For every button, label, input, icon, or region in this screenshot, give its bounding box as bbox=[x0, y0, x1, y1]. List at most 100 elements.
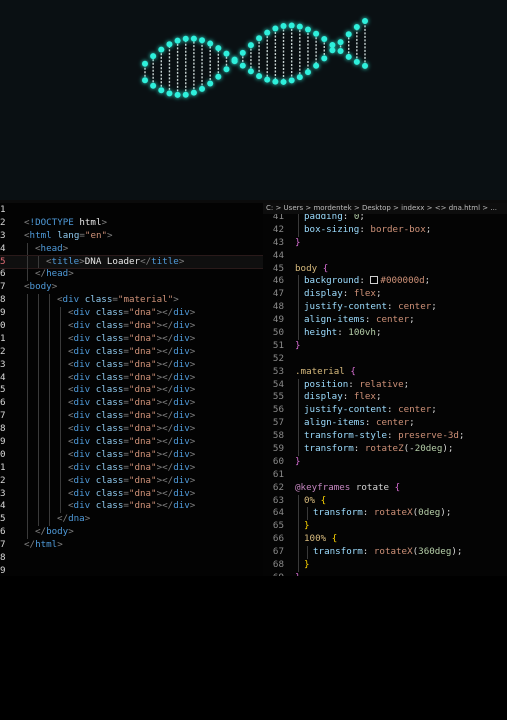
right-code-line[interactable]: 68} bbox=[263, 559, 507, 572]
html-editor-pane[interactable]: 1 2 <!DOCTYPE html> 3 <html lang="en"> 4 <head… bbox=[0, 203, 263, 576]
code-text: } bbox=[295, 456, 301, 469]
left-code-line[interactable]: 9 <div class="dna"></div> bbox=[0, 436, 263, 449]
line-number: 54 bbox=[272, 378, 284, 390]
indent-guide bbox=[27, 384, 28, 398]
indent-guide bbox=[38, 332, 39, 346]
right-code-line[interactable]: 55 display: flex; bbox=[263, 391, 507, 405]
left-code-line[interactable]: 6 </head> bbox=[0, 268, 263, 282]
code-token: > bbox=[189, 320, 196, 332]
left-code-line[interactable]: 6 <div class="dna"></div> bbox=[0, 397, 263, 411]
right-code-line[interactable]: 62 @keyframes rotate { bbox=[263, 482, 507, 495]
line-number: 53 bbox=[272, 365, 284, 377]
left-code-line[interactable]: 4 <div class="dna"></div> bbox=[0, 500, 263, 514]
left-code-line[interactable]: 2 <!DOCTYPE html> bbox=[0, 217, 263, 230]
left-code-line[interactable]: 3 <div class="dna"></div> bbox=[0, 487, 263, 501]
left-code-line[interactable]: 8 bbox=[0, 552, 263, 565]
dna-dot bbox=[272, 78, 279, 85]
right-code-line[interactable]: 50 height: 100vh; bbox=[263, 327, 507, 340]
right-code-line[interactable]: 49 align-items: center; bbox=[263, 314, 507, 328]
right-code-line[interactable]: 45 body { bbox=[263, 263, 507, 276]
code-token: rotateX bbox=[373, 546, 413, 558]
line-number: 6 bbox=[0, 526, 6, 538]
left-code-line[interactable]: 1 bbox=[0, 204, 263, 217]
left-code-line[interactable]: 3 <html lang="en"> bbox=[0, 230, 263, 243]
left-code-line[interactable]: 0 <div class="dna"></div> bbox=[0, 320, 263, 333]
code-token: > bbox=[189, 332, 196, 344]
right-code-line[interactable]: 59 transform: rotateZ(-20deg); bbox=[263, 443, 507, 456]
left-code-line[interactable]: 1 <div class="dna"></div> bbox=[0, 461, 263, 475]
right-code-line[interactable]: 53 .material { bbox=[263, 366, 507, 379]
right-code-line[interactable]: 43} bbox=[263, 237, 507, 250]
code-token: > bbox=[68, 526, 74, 538]
right-code-line[interactable]: 51} bbox=[263, 340, 507, 353]
code-token: center bbox=[398, 404, 432, 416]
right-code-line[interactable]: 63 0% { bbox=[263, 494, 507, 508]
indent-guide bbox=[298, 391, 299, 405]
code-token: </ bbox=[35, 526, 47, 538]
right-code-line[interactable]: 54 position: relative; bbox=[263, 378, 507, 392]
left-code-line[interactable]: 5 <title>DNA Loader</title> bbox=[0, 254, 263, 270]
right-code-line[interactable]: 64 transform: rotateX(0deg); bbox=[263, 507, 507, 521]
dna-dot bbox=[313, 30, 320, 37]
css-editor-pane[interactable]: C: > Users > mordentek > Desktop > index… bbox=[263, 203, 507, 576]
right-code-line[interactable]: 46 background: #000000d; bbox=[263, 275, 507, 289]
code-token: display bbox=[304, 288, 343, 300]
code-token: rotateX bbox=[373, 507, 413, 519]
code-text: transform: rotateZ(-20deg); bbox=[304, 443, 453, 456]
right-code-line[interactable]: 57 align-items: center; bbox=[263, 417, 507, 431]
right-code-line[interactable]: 48 justify-content: center; bbox=[263, 301, 507, 315]
left-code-line[interactable]: 7 <body> bbox=[0, 281, 263, 294]
line-number: 0 bbox=[0, 448, 6, 460]
line-number: 9 bbox=[0, 436, 6, 448]
code-text: <div class="dna"></div> bbox=[68, 346, 195, 359]
right-code-line[interactable]: 61 bbox=[263, 469, 507, 482]
right-code-line[interactable]: 56 justify-content: center; bbox=[263, 404, 507, 418]
code-token: div bbox=[173, 397, 190, 409]
breadcrumb[interactable]: C: > Users > mordentek > Desktop > index… bbox=[263, 203, 507, 214]
code-token: > bbox=[68, 268, 74, 280]
indent-guide bbox=[27, 345, 28, 359]
left-code-line[interactable]: 4 <div class="dna"></div> bbox=[0, 371, 263, 385]
left-code-line[interactable]: 1 <div class="dna"></div> bbox=[0, 332, 263, 346]
right-code-line[interactable]: 66 100% { bbox=[263, 533, 507, 547]
left-code-line[interactable]: 2 <div class="dna"></div> bbox=[0, 474, 263, 488]
code-token: div bbox=[173, 307, 190, 319]
color-swatch[interactable] bbox=[370, 276, 379, 285]
right-code-line[interactable]: 42 box-sizing: border-box; bbox=[263, 223, 507, 237]
left-code-line[interactable]: 2 <div class="dna"></div> bbox=[0, 345, 263, 359]
code-token: ></ bbox=[156, 474, 174, 486]
right-code-line[interactable]: 60} bbox=[263, 456, 507, 469]
left-code-line[interactable]: 5 <div class="dna"></div> bbox=[0, 384, 263, 398]
code-text: .material { bbox=[295, 366, 356, 379]
code-token: > bbox=[101, 216, 108, 228]
right-code-line[interactable]: 52 bbox=[263, 353, 507, 366]
code-token: "dna" bbox=[128, 474, 157, 486]
right-code-line[interactable]: 44 bbox=[263, 250, 507, 263]
left-code-line[interactable]: 7 </html> bbox=[0, 539, 263, 552]
code-token: class bbox=[90, 436, 124, 448]
left-code-line[interactable]: 5 </dna> bbox=[0, 513, 263, 527]
left-code-line[interactable]: 7 <div class="dna"></div> bbox=[0, 410, 263, 424]
right-code-line[interactable]: 65} bbox=[263, 520, 507, 534]
indent-guide bbox=[49, 307, 50, 321]
left-code-line[interactable]: 9 <div class="dna"></div> bbox=[0, 307, 263, 321]
left-code-line[interactable]: 6 </body> bbox=[0, 526, 263, 540]
code-token: class bbox=[90, 474, 124, 486]
right-code-line[interactable]: 58 transform-style: preserve-3d; bbox=[263, 430, 507, 444]
left-code-line[interactable]: 8 <div class="dna"></div> bbox=[0, 423, 263, 437]
code-token: 100vh bbox=[348, 327, 376, 339]
left-code-line[interactable]: 3 <div class="dna"></div> bbox=[0, 358, 263, 372]
left-code-line[interactable]: 0 <div class="dna"></div> bbox=[0, 448, 263, 462]
code-token: ></ bbox=[156, 358, 174, 370]
left-code-line[interactable]: 9 bbox=[0, 565, 263, 576]
code-token: </ bbox=[24, 539, 36, 551]
right-code-line[interactable]: 47 display: flex; bbox=[263, 288, 507, 302]
left-code-line[interactable]: 4 <head> bbox=[0, 242, 263, 256]
left-code-line[interactable]: 8 <div class="material"> bbox=[0, 294, 263, 308]
code-token: > bbox=[62, 242, 69, 254]
code-token: > bbox=[189, 410, 196, 422]
right-code-line[interactable]: 67 transform: rotateX(360deg); bbox=[263, 546, 507, 560]
indent-guide bbox=[38, 487, 39, 501]
dna-dot bbox=[272, 25, 279, 32]
code-token: div bbox=[173, 371, 190, 383]
